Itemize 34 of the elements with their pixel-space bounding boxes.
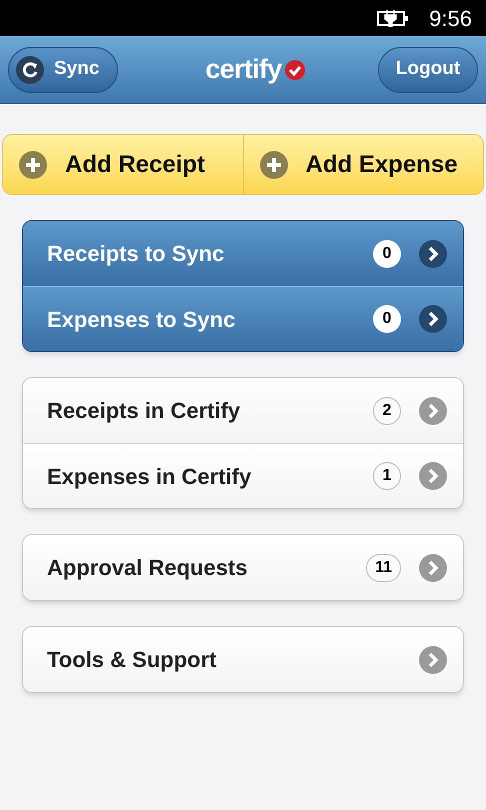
row-label: Expenses to Sync: [47, 306, 236, 334]
chevron-icon: [419, 396, 447, 424]
count-badge: 0: [373, 240, 401, 268]
row-label: Receipts in Certify: [47, 397, 242, 425]
menu-row[interactable]: Receipts in Certify 2: [23, 378, 463, 443]
add-button[interactable]: Add Receipt: [3, 135, 242, 194]
menu-row[interactable]: Tools & Support: [23, 627, 463, 692]
chevron-icon: [419, 462, 447, 490]
chevron-icon: [419, 646, 447, 674]
row-label: Expenses in Certify: [47, 462, 252, 491]
count-badge: 11: [366, 554, 401, 582]
count-badge: 0: [373, 305, 401, 333]
sync-button[interactable]: Sync: [8, 46, 118, 92]
row-label: Receipts to Sync: [47, 240, 226, 268]
clock-time: 9:56: [429, 4, 472, 32]
battery-charging-icon: [377, 9, 410, 27]
check-icon: [284, 60, 305, 80]
row-label: Tools & Support: [47, 646, 218, 674]
chevron-icon: [419, 305, 447, 333]
menu-row[interactable]: Approval Requests 11: [23, 535, 463, 600]
menu-row[interactable]: Expenses in Certify 1: [23, 443, 463, 508]
menu-row[interactable]: Expenses to Sync 0: [23, 286, 463, 351]
plus-icon: [260, 150, 288, 178]
logout-button[interactable]: Logout: [378, 46, 478, 92]
count-badge: 1: [373, 462, 401, 490]
add-button[interactable]: Add Expense: [242, 135, 483, 194]
chevron-icon: [419, 554, 447, 582]
row-label: Approval Requests: [47, 554, 248, 582]
menu-row[interactable]: Receipts to Sync 0: [23, 221, 463, 286]
refresh-icon: [16, 56, 44, 84]
logo-text: certify: [205, 53, 282, 86]
count-badge: 2: [373, 396, 401, 424]
chevron-icon: [419, 240, 447, 268]
plus-icon: [19, 150, 47, 178]
